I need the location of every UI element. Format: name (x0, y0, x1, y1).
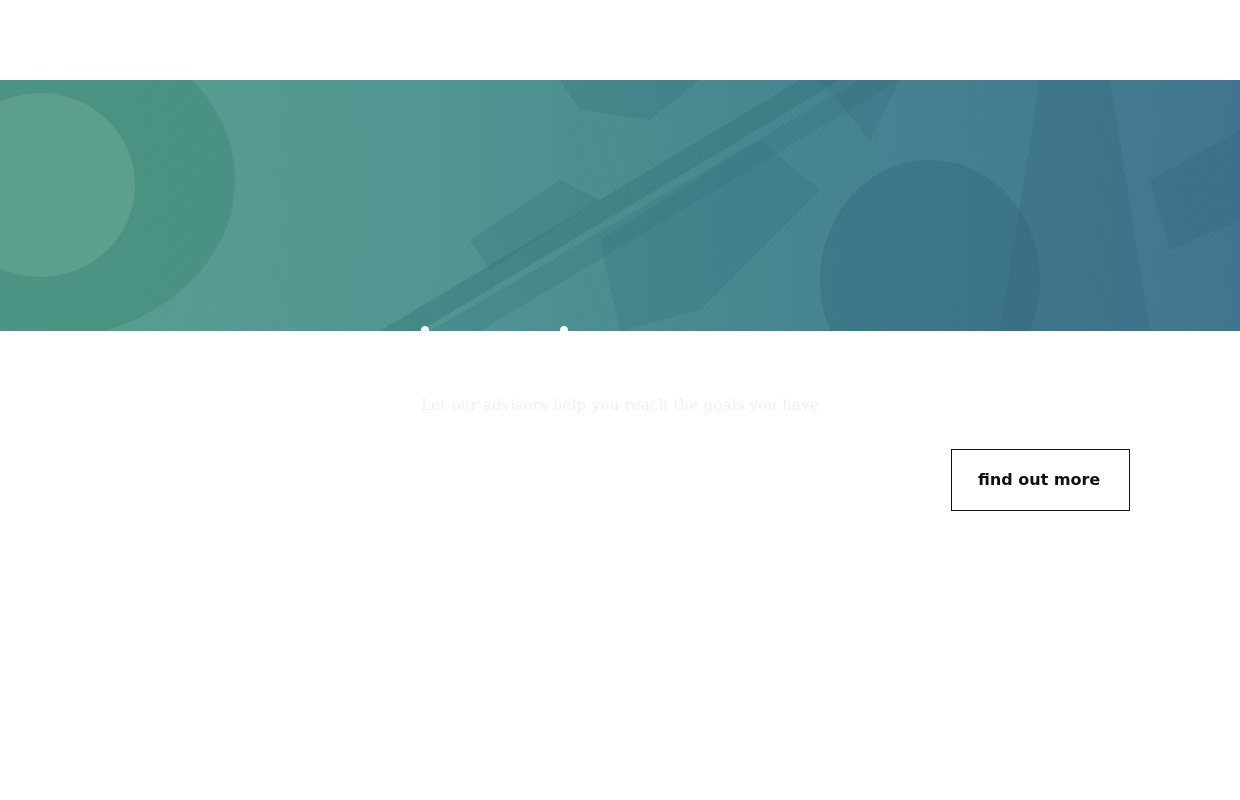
hero-banner (0, 80, 1240, 331)
page: Let our advisors help you reach the goal… (0, 0, 1240, 800)
hero-title-fragment (0, 326, 1240, 338)
banknote-texture-image (0, 80, 1240, 331)
title-glyph-fragment (560, 326, 568, 334)
title-glyph-fragment (421, 326, 429, 334)
header-bar (0, 0, 1240, 80)
find-out-more-button[interactable]: find out more (951, 449, 1130, 511)
find-out-more-label: find out more (978, 470, 1101, 489)
hero-subtitle: Let our advisors help you reach the goal… (421, 396, 819, 414)
